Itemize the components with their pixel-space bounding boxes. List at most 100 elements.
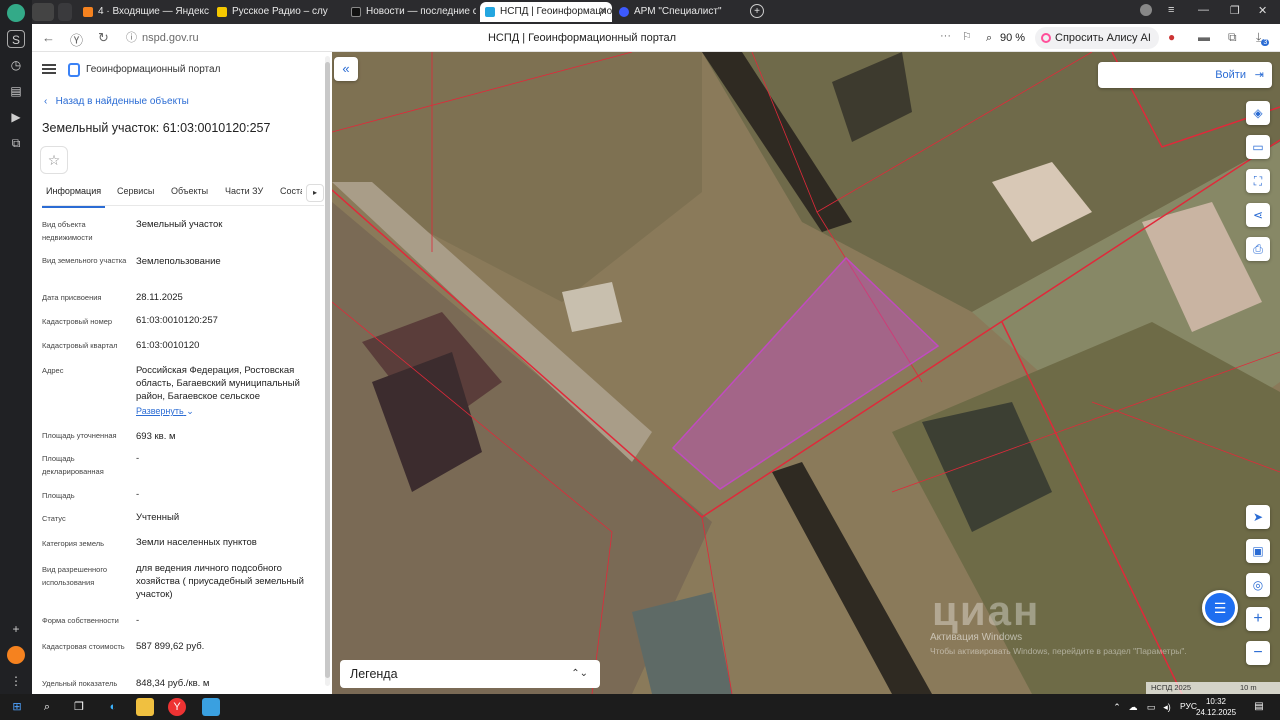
minimize-icon[interactable]: —	[1198, 4, 1209, 16]
tab-info[interactable]: Информация	[41, 186, 106, 208]
windows-activation-title: Активация Windows	[930, 632, 1023, 643]
navigate-icon[interactable]: ➤	[1246, 505, 1270, 529]
yandex-icon[interactable]: Ⓨ	[70, 30, 83, 49]
object-panel: Геоинформационный портал ‹ Назад в найде…	[32, 52, 332, 694]
menu-icon[interactable]	[42, 64, 56, 74]
services-icon[interactable]: S	[7, 30, 25, 48]
chat-icon[interactable]: ☰	[1202, 590, 1238, 626]
window-close-icon[interactable]: ✕	[1258, 4, 1267, 17]
panel-scrollbar[interactable]	[325, 56, 330, 686]
scroll-thumb[interactable]	[325, 62, 330, 678]
tab-nspd[interactable]: НСПД | Геоинформацио ✕	[480, 2, 612, 22]
tab-label: Русское Радио – слу	[232, 6, 328, 17]
site-info-icon[interactable]: ⓘ	[126, 28, 137, 48]
more-icon[interactable]: ⋮	[7, 672, 25, 690]
field-label: Площадь уточненная	[42, 431, 117, 440]
url-field[interactable]: ⓘ nspd.gov.ru	[122, 28, 422, 48]
minimap-icon[interactable]: ▣	[1246, 539, 1270, 563]
downloads-badge: 3	[1261, 39, 1270, 47]
field-label: Статус	[42, 514, 66, 523]
tab-composition[interactable]: Соста	[280, 186, 302, 196]
field-label: Площадь декларированная	[42, 454, 104, 476]
cian-watermark: циан	[932, 587, 1041, 634]
task-view-icon[interactable]: ❐	[70, 698, 88, 716]
legend-select[interactable]: Легенда ⌃⌄	[340, 660, 600, 688]
notifications-icon[interactable]: ▤	[1250, 698, 1268, 716]
collapse-panel-icon[interactable]: «	[334, 57, 358, 81]
field-label: Кадастровый квартал	[42, 341, 118, 350]
maximize-icon[interactable]: ❐	[1230, 4, 1240, 17]
field-label: Площадь	[42, 491, 75, 500]
tab-news[interactable]: Новости — последние со	[346, 2, 476, 22]
app-icon[interactable]	[202, 698, 220, 716]
map-view[interactable]: « Войти ⇥ ◈ ▭ ⛶ ⋖ ⎙ ➤ ▣ ◎ + − ☰ циан Акти…	[332, 52, 1280, 694]
tabs-menu-icon[interactable]: ≡	[1168, 4, 1174, 16]
add-panel-icon[interactable]: +	[7, 620, 25, 638]
tab-parts[interactable]: Части ЗУ	[225, 186, 263, 196]
zoom-in-icon[interactable]: +	[1246, 607, 1270, 631]
sound-icon[interactable]	[32, 3, 54, 21]
alice-icon	[1041, 33, 1051, 43]
tab-arm[interactable]: АРМ "Специалист"	[614, 2, 746, 22]
login-icon: ⇥	[1254, 69, 1264, 81]
downloads-icon[interactable]: ⧉	[7, 134, 25, 152]
video-icon[interactable]: ▶	[7, 108, 25, 126]
close-icon[interactable]: ✕	[599, 2, 607, 22]
zoom-indicator[interactable]: ⌕ 90 %	[984, 28, 1025, 48]
windows-activation-text: Чтобы активировать Windows, перейдите в …	[930, 646, 1187, 656]
reload-icon[interactable]: ↻	[98, 30, 109, 46]
account-icon[interactable]	[1140, 4, 1152, 16]
wallet-icon[interactable]: ▬	[1198, 30, 1210, 44]
layers-icon[interactable]: ◈	[1246, 101, 1270, 125]
portal-name: Геоинформационный портал	[86, 64, 221, 75]
field-value: -	[136, 615, 140, 626]
share-icon[interactable]: ⋖	[1246, 203, 1270, 227]
tab-mail[interactable]: 4 · Входящие — Яндекс П	[78, 2, 210, 22]
file-explorer-icon[interactable]	[136, 698, 154, 716]
field-value: Земли населенных пунктов	[136, 537, 257, 548]
downloads-button-icon[interactable]: ⤓ 3	[1256, 30, 1270, 47]
alice-button[interactable]: Спросить Алису AI	[1035, 27, 1159, 49]
browser-logo-icon[interactable]	[7, 4, 25, 22]
language-indicator[interactable]: РУС	[1180, 701, 1197, 711]
screenshot-icon[interactable]: ⧉	[1228, 30, 1237, 45]
login-button[interactable]: Войти ⇥	[1098, 62, 1272, 88]
tab-objects[interactable]: Объекты	[171, 186, 208, 196]
clock[interactable]: 10:32 24.12.2025	[1196, 696, 1236, 718]
extension-icon[interactable]: ●	[1168, 30, 1175, 44]
field-value: для ведения личного подсобного хозяйства…	[136, 563, 304, 600]
locate-icon[interactable]: ◎	[1246, 573, 1270, 597]
back-icon[interactable]: ←	[42, 30, 55, 45]
windows-start-icon[interactable]: ⊞	[8, 698, 26, 716]
back-link[interactable]: ‹ Назад в найденные объекты	[44, 96, 189, 107]
new-tab-button[interactable]: +	[750, 4, 764, 18]
tabs-next-icon[interactable]: ▸	[306, 184, 324, 202]
history-icon[interactable]: ◷	[7, 56, 25, 74]
field-label: Вид объекта недвижимости	[42, 220, 93, 242]
yandex-browser-icon[interactable]: Y	[168, 698, 186, 716]
chevron-down-icon[interactable]	[58, 3, 72, 21]
map-attribution: НСПД 2025	[1146, 682, 1280, 694]
ruler-icon[interactable]: ▭	[1246, 135, 1270, 159]
bookmark-icon[interactable]: ⚐	[962, 30, 972, 43]
field-value: -	[136, 489, 140, 500]
edge-icon[interactable]: ◐	[104, 698, 122, 716]
zoom-out-icon[interactable]: −	[1246, 641, 1270, 665]
print-icon[interactable]: ⎙	[1246, 237, 1270, 261]
favorite-star-icon[interactable]: ☆	[40, 146, 68, 174]
search-icon[interactable]: ⌕	[38, 698, 56, 716]
more-options-icon[interactable]: ···	[940, 30, 951, 42]
tab-radio[interactable]: Русское Радио – слу	[212, 2, 344, 22]
field-value: Учтенный	[136, 512, 180, 523]
profile-icon[interactable]	[7, 646, 25, 664]
tab-label: АРМ "Специалист"	[634, 6, 722, 17]
updown-chevron-icon: ⌃⌄	[571, 668, 588, 679]
select-area-icon[interactable]: ⛶	[1246, 169, 1270, 193]
cloud-icon[interactable]: ☁	[1124, 698, 1142, 716]
windows-taskbar: ⊞ ⌕ ❐ ◐ Y ⌃ ☁ ▭ ◂) РУС 10:32 24.12.2025 ▤	[0, 694, 1280, 720]
volume-icon[interactable]: ◂)	[1158, 698, 1176, 716]
collections-icon[interactable]: ▤	[7, 82, 25, 100]
tab-services[interactable]: Сервисы	[117, 186, 154, 196]
field-label: Кадастровый номер	[42, 317, 113, 326]
expand-link[interactable]: Развернуть ⌄	[136, 406, 194, 417]
